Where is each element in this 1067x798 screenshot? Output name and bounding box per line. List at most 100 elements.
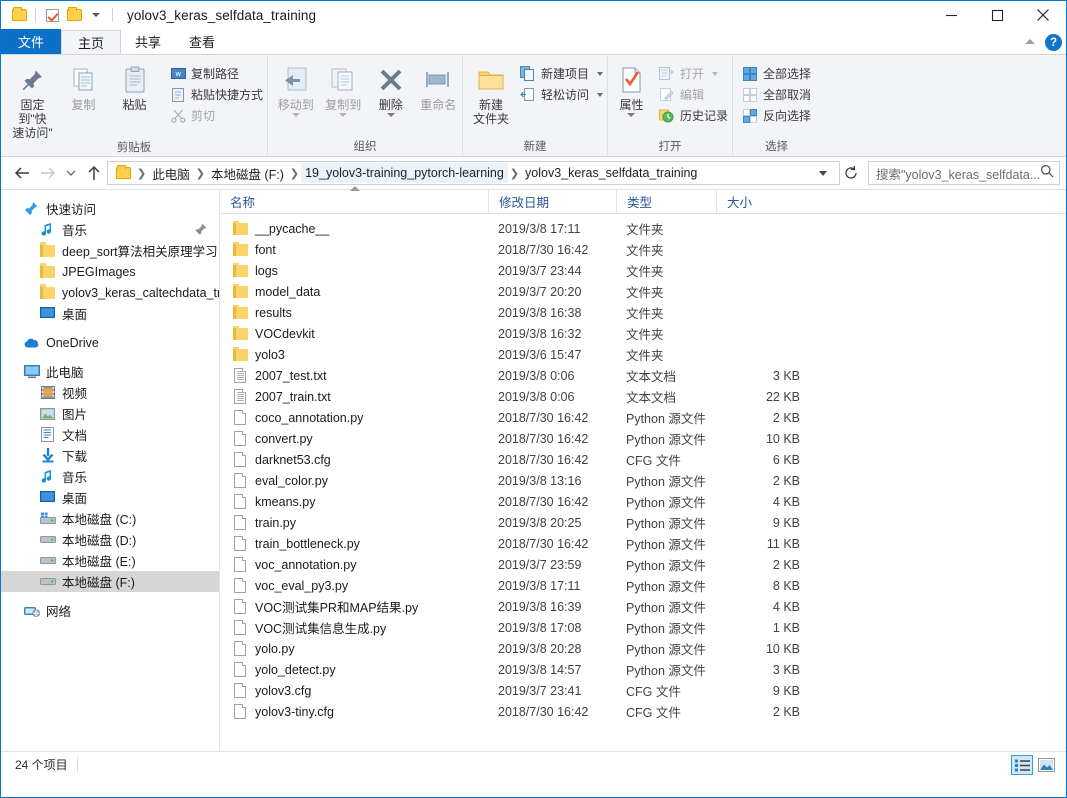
tab-view[interactable]: 查看 xyxy=(175,29,229,54)
easy-access-button[interactable]: 轻松访问 xyxy=(516,84,607,105)
table-row[interactable]: voc_annotation.py 2019/3/7 23:59 Python 源文… xyxy=(220,554,1066,575)
file-name-cell[interactable]: 2007_test.txt xyxy=(220,368,488,384)
file-name-cell[interactable]: yolov3-tiny.cfg xyxy=(220,704,488,720)
refresh-button[interactable] xyxy=(840,165,862,181)
copy-to-caret-icon[interactable] xyxy=(339,113,348,117)
file-name-cell[interactable]: yolo.py xyxy=(220,641,488,657)
file-name-cell[interactable]: __pycache__ xyxy=(220,220,488,237)
sidebar-item-this-pc[interactable]: 此电脑 xyxy=(1,361,219,382)
sidebar-item-downloads[interactable]: 下载 xyxy=(1,445,219,466)
file-name-cell[interactable]: kmeans.py xyxy=(220,494,488,510)
tab-home[interactable]: 主页 xyxy=(61,30,122,55)
table-row[interactable]: __pycache__ 2019/3/8 17:11 文件夹 xyxy=(220,218,1066,239)
invert-selection-button[interactable]: 反向选择 xyxy=(738,105,815,126)
properties-checkbox-icon[interactable] xyxy=(41,4,63,26)
table-row[interactable]: coco_annotation.py 2018/7/30 16:42 Python … xyxy=(220,407,1066,428)
sidebar-item-pictures[interactable]: 图片 xyxy=(1,403,219,424)
file-name-cell[interactable]: font xyxy=(220,241,488,258)
pin-to-quick-access-button[interactable]: 固定到"快 速访问" xyxy=(7,59,58,140)
table-row[interactable]: logs 2019/3/7 23:44 文件夹 xyxy=(220,260,1066,281)
delete-button[interactable]: 删除 xyxy=(367,59,415,117)
breadcrumb-current-folder[interactable]: yolov3_keras_selfdata_training xyxy=(521,163,701,183)
sidebar-item-yolov3-caltech[interactable]: yolov3_keras_caltechdata_trai xyxy=(1,282,219,303)
table-row[interactable]: yolov3.cfg 2019/3/7 23:41 CFG 文件 9 KB xyxy=(220,680,1066,701)
new-folder-button[interactable]: 新建 文件夹 xyxy=(468,59,514,126)
column-header-size[interactable]: 大小 xyxy=(716,189,814,214)
table-row[interactable]: convert.py 2018/7/30 16:42 Python 源文件 10 KB xyxy=(220,428,1066,449)
file-name-cell[interactable]: train.py xyxy=(220,515,488,531)
copy-to-button[interactable]: 复制到 xyxy=(320,59,368,117)
recent-locations-button[interactable] xyxy=(61,160,81,186)
close-button[interactable] xyxy=(1020,1,1066,29)
sidebar-item-desktop-qa[interactable]: 桌面 xyxy=(1,303,219,324)
back-button[interactable] xyxy=(9,160,35,186)
sidebar-item-drive-e[interactable]: 本地磁盘 (E:) xyxy=(1,550,219,571)
sidebar-item-network[interactable]: 网络 xyxy=(1,600,219,621)
paste-button[interactable]: 粘贴 xyxy=(109,59,160,112)
chevron-down-icon[interactable] xyxy=(597,92,603,97)
pin-icon[interactable] xyxy=(195,223,207,238)
table-row[interactable]: yolo_detect.py 2019/3/8 14:57 Python 源文件 3 … xyxy=(220,659,1066,680)
sidebar-item-quick-access[interactable]: 快速访问 xyxy=(1,198,219,219)
table-row[interactable]: VOC测试集PR和MAP结果.py 2019/3/8 16:39 Python 源文… xyxy=(220,596,1066,617)
new-folder-icon[interactable] xyxy=(63,4,85,26)
file-name-cell[interactable]: VOC测试集PR和MAP结果.py xyxy=(220,597,488,616)
table-row[interactable]: train_bottleneck.py 2018/7/30 16:42 Python… xyxy=(220,533,1066,554)
file-name-cell[interactable]: coco_annotation.py xyxy=(220,410,488,426)
table-row[interactable]: 2007_test.txt 2019/3/8 0:06 文本文档 3 KB xyxy=(220,365,1066,386)
large-icons-view-button[interactable] xyxy=(1035,755,1057,775)
breadcrumb-drive-f[interactable]: 本地磁盘 (F:) xyxy=(207,163,288,183)
file-name-cell[interactable]: yolov3.cfg xyxy=(220,683,488,699)
table-row[interactable]: eval_color.py 2019/3/8 13:16 Python 源文件 2 K… xyxy=(220,470,1066,491)
delete-caret-icon[interactable] xyxy=(386,113,395,117)
table-row[interactable]: yolov3-tiny.cfg 2018/7/30 16:42 CFG 文件 2 KB xyxy=(220,701,1066,722)
file-name-cell[interactable]: darknet53.cfg xyxy=(220,452,488,468)
table-row[interactable]: font 2018/7/30 16:42 文件夹 xyxy=(220,239,1066,260)
sidebar-item-drive-c[interactable]: 本地磁盘 (C:) xyxy=(1,508,219,529)
sidebar-item-videos[interactable]: 视频 xyxy=(1,382,219,403)
help-icon[interactable]: ? xyxy=(1045,34,1062,51)
up-button[interactable] xyxy=(81,160,107,186)
address-history-caret-icon[interactable] xyxy=(819,170,827,176)
details-view-button[interactable] xyxy=(1011,755,1033,775)
cut-button[interactable]: 剪切 xyxy=(166,105,267,126)
table-row[interactable]: VOC测试集信息生成.py 2019/3/8 17:08 Python 源文件 1 K… xyxy=(220,617,1066,638)
file-name-cell[interactable]: convert.py xyxy=(220,431,488,447)
breadcrumb-this-pc[interactable]: 此电脑 xyxy=(148,163,194,183)
open-button[interactable]: 打开 xyxy=(655,63,732,84)
select-all-button[interactable]: 全部选择 xyxy=(738,63,815,84)
search-icon[interactable] xyxy=(1040,164,1054,183)
file-name-cell[interactable]: eval_color.py xyxy=(220,473,488,489)
sidebar-item-deep-sort[interactable]: deep_sort算法相关原理学习 xyxy=(1,240,219,261)
column-header-date[interactable]: 修改日期 xyxy=(488,189,616,214)
file-name-cell[interactable]: voc_eval_py3.py xyxy=(220,578,488,594)
file-name-cell[interactable]: VOCdevkit xyxy=(220,325,488,342)
tab-share[interactable]: 共享 xyxy=(121,29,175,54)
chevron-down-icon[interactable] xyxy=(712,71,718,76)
search-input[interactable]: 搜索"yolov3_keras_selfdata... xyxy=(876,164,1040,183)
history-button[interactable]: 历史记录 xyxy=(655,105,732,126)
move-to-button[interactable]: 移动到 xyxy=(272,59,320,117)
folder-icon[interactable] xyxy=(8,4,30,26)
file-name-cell[interactable]: model_data xyxy=(220,283,488,300)
select-none-button[interactable]: 全部取消 xyxy=(738,84,815,105)
file-name-cell[interactable]: logs xyxy=(220,262,488,279)
properties-button[interactable]: 属性 xyxy=(610,59,653,117)
breadcrumb-bar[interactable]: ❯ 此电脑 ❯ 本地磁盘 (F:) ❯ 19_yolov3-training_p… xyxy=(107,161,840,185)
customize-caret-icon[interactable] xyxy=(85,4,107,26)
minimize-button[interactable] xyxy=(928,1,974,29)
table-row[interactable]: darknet53.cfg 2018/7/30 16:42 CFG 文件 6 KB xyxy=(220,449,1066,470)
copy-path-button[interactable]: w 复制路径 xyxy=(166,63,267,84)
sidebar-item-drive-f[interactable]: 本地磁盘 (F:) xyxy=(1,571,219,592)
search-box[interactable]: 搜索"yolov3_keras_selfdata... xyxy=(868,161,1060,185)
rename-button[interactable]: 重命名 xyxy=(415,59,463,112)
file-name-cell[interactable]: yolo3 xyxy=(220,346,488,363)
sidebar-item-documents[interactable]: 文档 xyxy=(1,424,219,445)
table-row[interactable]: yolo.py 2019/3/8 20:28 Python 源文件 10 KB xyxy=(220,638,1066,659)
tab-file[interactable]: 文件 xyxy=(1,29,62,54)
table-row[interactable]: train.py 2019/3/8 20:25 Python 源文件 9 KB xyxy=(220,512,1066,533)
edit-button[interactable]: 编辑 xyxy=(655,84,732,105)
table-row[interactable]: 2007_train.txt 2019/3/8 0:06 文本文档 22 KB xyxy=(220,386,1066,407)
file-name-cell[interactable]: voc_annotation.py xyxy=(220,557,488,573)
file-name-cell[interactable]: yolo_detect.py xyxy=(220,662,488,678)
